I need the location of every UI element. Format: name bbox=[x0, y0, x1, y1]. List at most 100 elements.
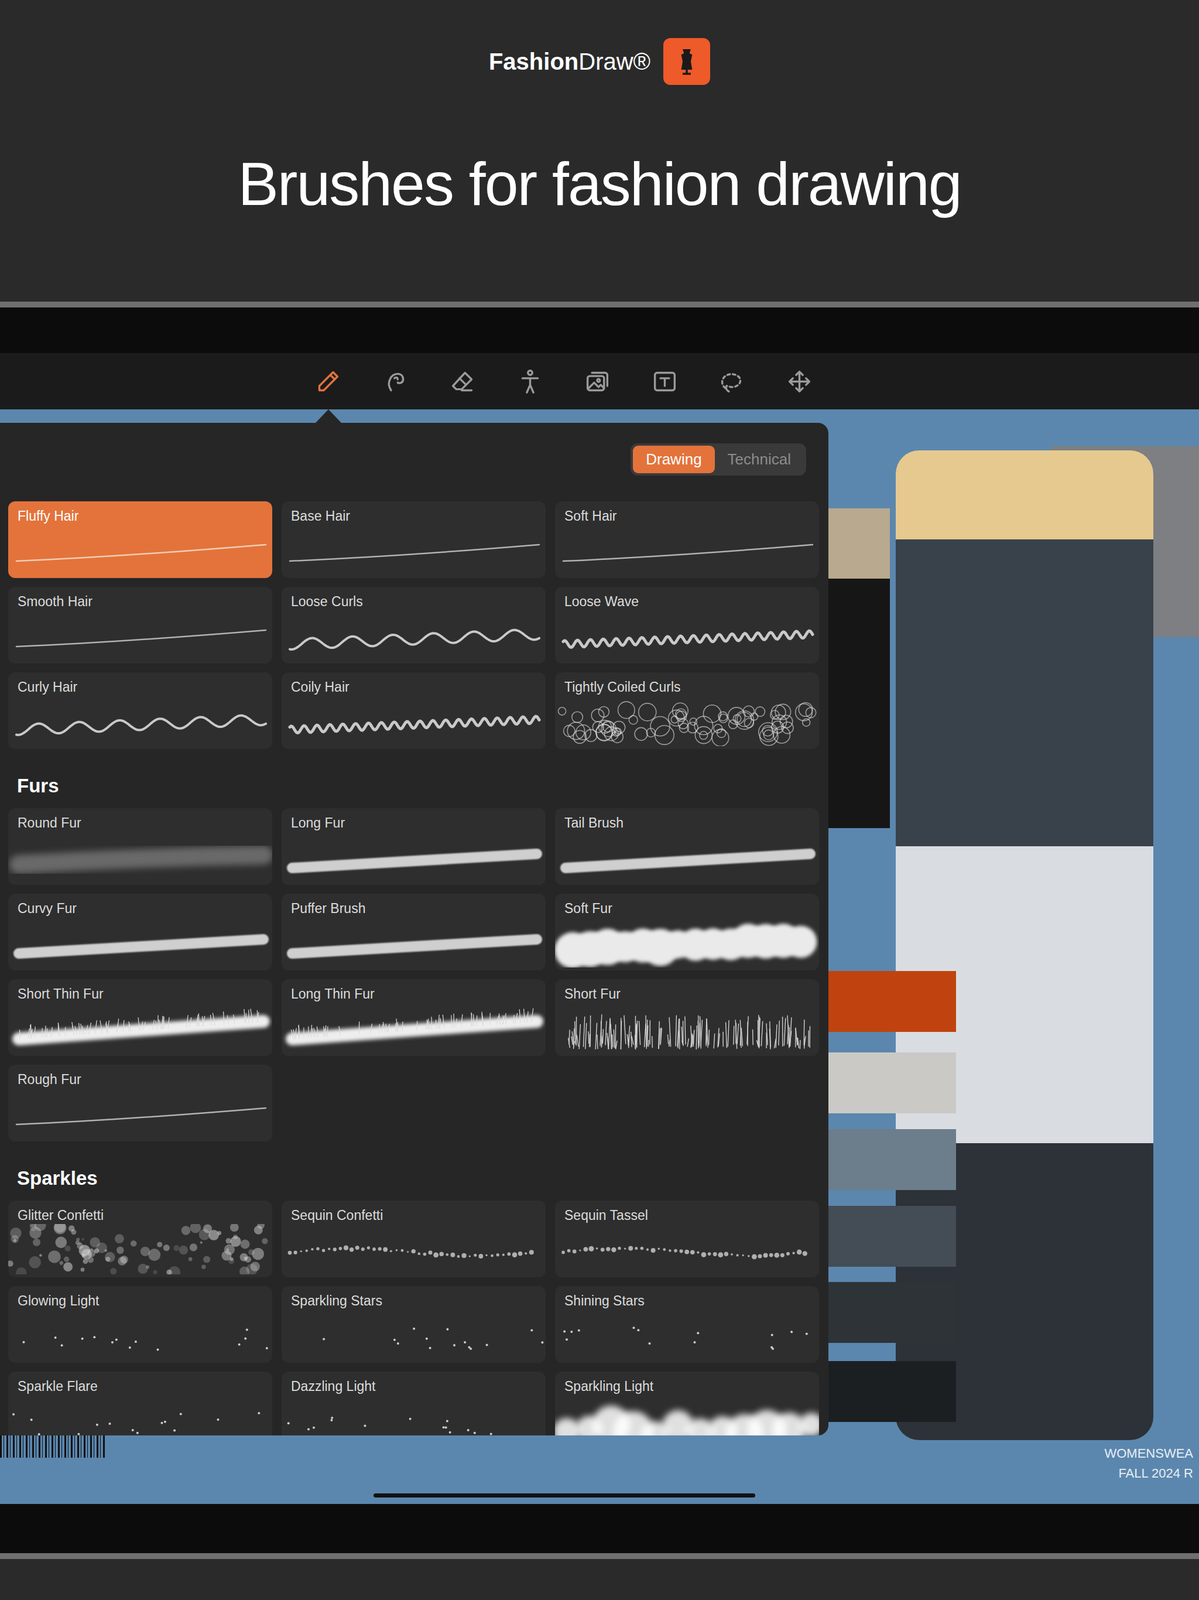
stroke-preview bbox=[8, 610, 273, 661]
brush-cell[interactable]: Base Hair bbox=[281, 501, 546, 578]
stroke-preview bbox=[555, 916, 820, 968]
stroke-preview bbox=[555, 1309, 820, 1360]
segment-row: DrawingTechnical bbox=[0, 422, 829, 476]
brush-name: Coily Hair bbox=[281, 672, 546, 696]
segment-button[interactable]: Drawing bbox=[632, 445, 715, 474]
brush-name: Sparkle Flare bbox=[8, 1371, 273, 1395]
stroke-preview bbox=[281, 1002, 546, 1053]
brush-name: Sparkling Stars bbox=[281, 1285, 546, 1310]
brush-library: Fluffy Hair Base Hair Soft Hair Smooth Hair… bbox=[0, 501, 829, 1435]
smudge-icon[interactable] bbox=[382, 368, 409, 395]
brand-logo: FashionDraw® bbox=[488, 38, 711, 85]
divider bbox=[0, 1552, 1199, 1559]
device-status-strip bbox=[0, 307, 1199, 354]
stroke-preview bbox=[281, 1309, 546, 1360]
caption-line: WOMENSWEA bbox=[1104, 1443, 1194, 1464]
brush-name: Long Thin Fur bbox=[281, 978, 546, 1003]
stroke-preview bbox=[281, 610, 546, 661]
move-icon[interactable] bbox=[786, 368, 813, 395]
brand-name: FashionDraw® bbox=[488, 43, 651, 80]
brush-cell[interactable]: Dazzling Light bbox=[281, 1371, 546, 1435]
lasso-icon[interactable] bbox=[718, 368, 746, 395]
brush-cell[interactable]: Sparkle Flare bbox=[8, 1371, 273, 1435]
stroke-preview bbox=[555, 695, 820, 746]
brush-panel: DrawingTechnical Fluffy Hair Base Hair Soft… bbox=[0, 422, 829, 1435]
brush-cell[interactable]: Coily Hair bbox=[281, 672, 546, 749]
figure-icon[interactable] bbox=[516, 368, 544, 395]
brush-cell[interactable]: Curvy Fur bbox=[8, 893, 273, 971]
brush-cell[interactable]: Loose Wave bbox=[555, 586, 820, 664]
brush-cell[interactable]: Loose Curls bbox=[281, 586, 546, 664]
brush-cell[interactable]: Soft Fur bbox=[555, 893, 820, 971]
brush-name: Fluffy Hair bbox=[8, 501, 273, 525]
stroke-preview bbox=[281, 524, 546, 575]
brush-name: Sparkling Light bbox=[555, 1371, 820, 1395]
brush-name: Round Fur bbox=[8, 807, 273, 832]
brush-name: Shining Stars bbox=[555, 1285, 820, 1310]
segmented-control: DrawingTechnical bbox=[630, 443, 807, 476]
image-icon[interactable] bbox=[584, 368, 611, 395]
brush-cell[interactable]: Tightly Coiled Curls bbox=[555, 672, 820, 749]
brush-cell[interactable]: Long Thin Fur bbox=[281, 978, 546, 1056]
brush-name: Long Fur bbox=[281, 807, 546, 832]
stroke-preview bbox=[281, 916, 546, 968]
stroke-preview bbox=[555, 524, 820, 575]
brush-name: Dazzling Light bbox=[281, 1371, 546, 1395]
brush-cell[interactable]: Sequin Tassel bbox=[555, 1200, 820, 1277]
brand-bold: Fashion bbox=[488, 48, 579, 75]
brush-cell[interactable]: Sequin Confetti bbox=[281, 1200, 546, 1277]
stroke-preview bbox=[8, 524, 273, 575]
stroke-preview bbox=[8, 831, 273, 882]
headline: Brushes for fashion drawing bbox=[237, 150, 961, 218]
brush-cell[interactable]: Round Fur bbox=[8, 807, 273, 885]
stroke-preview bbox=[281, 1394, 546, 1435]
stroke-preview bbox=[281, 695, 546, 746]
stroke-preview bbox=[555, 1394, 820, 1435]
stroke-preview bbox=[8, 1087, 273, 1139]
brush-grid: Round Fur Long Fur Tail Brush Curvy FurPuff… bbox=[0, 807, 829, 1142]
brand-light: Draw® bbox=[578, 48, 651, 75]
brush-cell[interactable]: Sparkling Light bbox=[555, 1371, 820, 1435]
brush-cell[interactable]: Puffer Brush bbox=[281, 893, 546, 971]
stroke-preview bbox=[281, 1223, 546, 1274]
brush-cell[interactable]: Short Thin Fur bbox=[8, 978, 273, 1056]
section-title: Furs bbox=[0, 748, 829, 808]
brush-cell[interactable]: Glowing Light bbox=[8, 1285, 273, 1363]
section-title: Sparkles bbox=[0, 1141, 829, 1201]
brush-cell[interactable]: Short Fur bbox=[555, 978, 820, 1056]
promo-header: FashionDraw® Brushes for fashion drawing bbox=[0, 0, 1199, 302]
promo-footer bbox=[0, 1558, 1199, 1600]
brush-cell[interactable]: Fluffy Hair bbox=[8, 501, 273, 578]
brush-cell[interactable]: Glitter Confetti bbox=[8, 1200, 273, 1277]
brush-cell[interactable]: Tail Brush bbox=[555, 807, 820, 885]
brush-cell[interactable]: Smooth Hair bbox=[8, 586, 273, 664]
brush-name: Curly Hair bbox=[8, 672, 273, 696]
brush-cell[interactable]: Soft Hair bbox=[555, 501, 820, 578]
artboard[interactable]: WOMENSWEAFALL 2024 RDrawingTechnicalFluf… bbox=[0, 409, 1199, 1504]
pencil-icon[interactable] bbox=[314, 368, 342, 395]
stroke-preview bbox=[555, 1223, 820, 1274]
brush-name: Sequin Tassel bbox=[555, 1200, 820, 1224]
divider bbox=[0, 301, 1199, 308]
device-bottom-bezel bbox=[0, 1503, 1199, 1553]
brush-cell[interactable]: Shining Stars bbox=[555, 1285, 820, 1363]
eraser-icon[interactable] bbox=[449, 368, 476, 395]
brush-name: Base Hair bbox=[281, 501, 546, 525]
brush-cell[interactable]: Rough Fur bbox=[8, 1064, 273, 1142]
brush-name: Glowing Light bbox=[8, 1285, 273, 1310]
brush-name: Smooth Hair bbox=[8, 586, 273, 611]
segment-button[interactable]: Technical bbox=[714, 445, 804, 474]
brush-cell[interactable]: Long Fur bbox=[281, 807, 546, 885]
text-box-icon[interactable] bbox=[651, 368, 678, 395]
dress-form-icon bbox=[663, 38, 711, 85]
brush-name: Loose Wave bbox=[555, 586, 820, 611]
stroke-preview bbox=[8, 695, 273, 746]
stroke-preview bbox=[555, 831, 820, 882]
stroke-preview bbox=[8, 1309, 273, 1360]
brush-cell[interactable]: Curly Hair bbox=[8, 672, 273, 749]
stroke-preview bbox=[555, 610, 820, 661]
stroke-preview bbox=[8, 1002, 273, 1053]
brush-cell[interactable]: Sparkling Stars bbox=[281, 1285, 546, 1363]
home-indicator[interactable] bbox=[373, 1492, 756, 1497]
stroke-preview bbox=[8, 916, 273, 968]
